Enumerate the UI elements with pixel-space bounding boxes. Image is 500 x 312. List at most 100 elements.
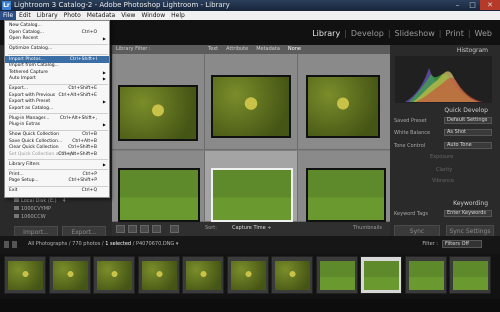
file-menu-item[interactable]: Tethered Capture ▶: [5, 70, 109, 76]
module-slideshow[interactable]: Slideshow: [393, 29, 437, 38]
filmstrip-thumbnail[interactable]: [226, 256, 269, 294]
file-menu-item[interactable]: New Catalog...: [5, 23, 109, 29]
close-button[interactable]: ✕: [480, 0, 500, 10]
file-menu-item[interactable]: Exit Ctrl+Q: [5, 188, 109, 194]
file-menu-item[interactable]: Clear Quick Collection Ctrl+Shift+B: [5, 145, 109, 151]
photo-thumbnail-selected[interactable]: [211, 168, 293, 222]
white-balance-dropdown[interactable]: As Shot: [444, 129, 492, 136]
file-menu-item[interactable]: Open Recent ▶: [5, 36, 109, 42]
menu-metadata[interactable]: Metadata: [84, 11, 118, 20]
file-menu-item[interactable]: Export... Ctrl+Shift+E: [5, 86, 109, 92]
folder-label: Local Disk (E:): [21, 198, 57, 204]
module-library[interactable]: Library: [310, 29, 342, 38]
grid-cell[interactable]: [298, 151, 391, 222]
loupe-view-icon[interactable]: [128, 225, 137, 233]
clarity-label[interactable]: Clarity: [436, 166, 452, 174]
filter-option-attribute[interactable]: Attribute: [222, 46, 252, 53]
filmstrip-thumbnail[interactable]: [315, 256, 358, 294]
filmstrip-thumbnail[interactable]: [404, 256, 447, 294]
menu-item-label: Auto Import: [9, 76, 36, 81]
minimize-button[interactable]: –: [450, 0, 465, 10]
filmstrip-thumbnail[interactable]: [48, 256, 91, 294]
grid-cell[interactable]: [205, 54, 298, 150]
keyword-tags-dropdown[interactable]: Enter Keywords: [444, 210, 492, 217]
filmstrip-thumbnail[interactable]: [182, 256, 224, 294]
maximize-button[interactable]: □: [465, 0, 480, 10]
file-menu-item[interactable]: Import Photos... Ctrl+Shift+I: [5, 56, 109, 63]
auto-tone-button[interactable]: Auto Tone: [444, 142, 492, 149]
filmstrip-thumbnail[interactable]: [137, 256, 180, 294]
vibrance-label[interactable]: Vibrance: [432, 177, 454, 185]
grid-cell[interactable]: [298, 54, 391, 150]
source-path: All Photographs /: [28, 241, 71, 247]
module-develop[interactable]: Develop: [349, 29, 386, 38]
file-menu-item[interactable]: Save Quick Collection... Ctrl+Alt+B: [5, 139, 109, 145]
grid-cell[interactable]: [112, 151, 205, 222]
compare-view-icon[interactable]: [140, 225, 149, 233]
file-menu-item[interactable]: Print... Ctrl+P: [5, 172, 109, 178]
folder-row[interactable]: 1060CCW: [14, 213, 109, 221]
photo-thumbnail[interactable]: [118, 168, 200, 222]
survey-view-icon[interactable]: [152, 225, 161, 233]
menu-item-label: Export...: [9, 86, 29, 91]
selected-count: 1 selected: [105, 241, 132, 247]
filmstrip-thumbnail[interactable]: [271, 256, 313, 294]
filter-option-text[interactable]: Text: [204, 46, 222, 53]
menu-help[interactable]: Help: [168, 11, 188, 20]
menu-library[interactable]: Library: [34, 11, 61, 20]
folder-label: 1000CVYMP: [21, 206, 52, 212]
file-menu-item[interactable]: Export as Catalog...: [5, 106, 109, 112]
file-menu-item[interactable]: Import from Catalog...: [5, 63, 109, 69]
filmstrip-thumbnail-selected[interactable]: [360, 256, 402, 294]
menu-photo[interactable]: Photo: [61, 11, 84, 20]
file-menu-item[interactable]: Plug-in Manager... Ctrl+Alt+Shift+,: [5, 116, 109, 122]
filter-option-metadata[interactable]: Metadata: [252, 46, 284, 53]
quick-develop-header[interactable]: Quick Develop: [390, 106, 500, 115]
file-menu-item[interactable]: Open Catalog... Ctrl+O: [5, 30, 109, 36]
menu-separator: [8, 53, 108, 55]
grid-cell-selected[interactable]: [205, 151, 298, 222]
grid-view-icon[interactable]: [116, 225, 125, 233]
menu-view[interactable]: View: [118, 11, 138, 20]
file-menu-item[interactable]: Library Filters ▶: [5, 162, 109, 168]
file-menu-item[interactable]: Plug-in Extras ▶: [5, 122, 109, 128]
filmstrip-thumbnail[interactable]: [93, 256, 135, 294]
submenu-arrow-icon: ▶: [102, 122, 106, 127]
keywording-header[interactable]: Keywording: [390, 199, 500, 208]
filmstrip-image: [186, 261, 221, 290]
nav-back-icon[interactable]: [4, 241, 9, 248]
filmstrip-thumbnail[interactable]: [449, 256, 491, 294]
filmstrip-thumbnail[interactable]: [4, 256, 46, 294]
file-menu-item[interactable]: Page Setup... Ctrl+Shift+P: [5, 178, 109, 184]
submenu-arrow-icon: ▶: [102, 161, 106, 167]
filter-option-none[interactable]: None: [284, 46, 305, 53]
module-web[interactable]: Web: [473, 29, 494, 38]
histogram-header[interactable]: Histogram: [390, 46, 500, 55]
file-menu-item[interactable]: Show Quick Collection Ctrl+B: [5, 132, 109, 138]
library-filter-label: Library Filter :: [116, 46, 151, 52]
file-menu-item[interactable]: Export with Previous Ctrl+Alt+Shift+E: [5, 93, 109, 99]
photo-thumbnail[interactable]: [306, 168, 386, 222]
filter-dropdown[interactable]: Filters Off: [442, 240, 482, 248]
menu-edit[interactable]: Edit: [16, 11, 34, 20]
sort-dropdown[interactable]: Capture Time ÷: [232, 225, 272, 232]
file-menu-item[interactable]: Export with Preset ▶: [5, 99, 109, 105]
module-print[interactable]: Print: [443, 29, 465, 38]
tone-control-label: Tone Control: [394, 143, 426, 149]
file-menu-item[interactable]: Auto Import ▶: [5, 76, 109, 82]
photo-thumbnail[interactable]: [211, 75, 291, 138]
file-menu-item[interactable]: Optimize Catalog...: [5, 46, 109, 52]
folder-row[interactable]: Local Disk (E:) 4: [14, 197, 109, 205]
nav-forward-icon[interactable]: [12, 241, 17, 248]
exposure-label[interactable]: Exposure: [430, 153, 453, 161]
photo-thumbnail[interactable]: [118, 85, 198, 141]
menu-window[interactable]: Window: [138, 11, 168, 20]
painter-icon[interactable]: [170, 225, 179, 233]
saved-preset-dropdown[interactable]: Default Settings: [444, 117, 492, 124]
filmstrip-source[interactable]: All Photographs / 770 photos / 1 selecte…: [28, 241, 178, 247]
bottom-panel-edge: [0, 299, 500, 312]
menu-file[interactable]: File: [0, 11, 17, 20]
grid-cell[interactable]: [112, 54, 205, 150]
folder-row[interactable]: 1000CVYMP: [14, 205, 109, 213]
photo-thumbnail[interactable]: [306, 75, 380, 138]
